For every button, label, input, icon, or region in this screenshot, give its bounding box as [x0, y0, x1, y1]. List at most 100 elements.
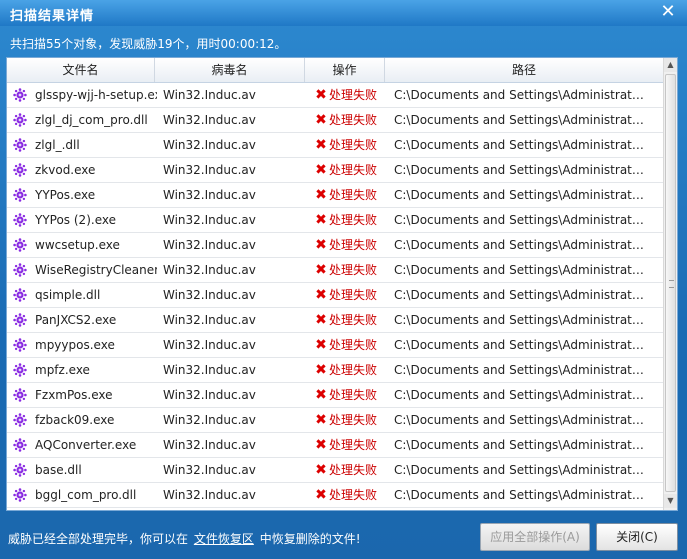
row-path: C:\Documents and Settings\Administrator\…	[394, 88, 649, 102]
row-action[interactable]: ✖ 处理失败	[315, 483, 391, 507]
table-row[interactable]: AQConverter.exe Win32.Induc.av ✖ 处理失败 C:\Doc…	[7, 433, 663, 458]
row-filename: PanJXCS2.exe	[35, 313, 117, 327]
row-path: C:\Documents and Settings\Administrator\…	[394, 438, 649, 452]
table-row[interactable]: WiseRegistryCleaner. Win32.Induc.av ✖ 处理失败 C…	[7, 258, 663, 283]
header-filename[interactable]: 文件名	[7, 58, 155, 82]
window-title: 扫描结果详情	[10, 9, 95, 24]
row-virusname: Win32.Induc.av	[163, 113, 256, 127]
fail-x-icon: ✖	[315, 287, 327, 303]
row-action[interactable]: ✖ 处理失败	[315, 158, 391, 182]
row-action-label: 处理失败	[329, 313, 378, 327]
row-virusname: Win32.Induc.av	[163, 263, 256, 277]
row-action[interactable]: ✖ 处理失败	[315, 133, 391, 157]
fail-x-icon: ✖	[315, 112, 327, 128]
row-action[interactable]: ✖ 处理失败	[315, 333, 391, 357]
footer-text-after: 中恢复删除的文件!	[259, 532, 361, 546]
table-row[interactable]: zlgl_dj_com_pro.dll Win32.Induc.av ✖ 处理失败 C:…	[7, 108, 663, 133]
row-action-label: 处理失败	[329, 413, 378, 427]
vertical-scrollbar[interactable]: ▲ ▼	[663, 58, 677, 510]
scroll-thumb[interactable]	[665, 74, 676, 492]
row-action[interactable]: ✖ 处理失败	[315, 458, 391, 482]
virus-icon	[13, 338, 27, 352]
fail-x-icon: ✖	[315, 462, 327, 478]
close-button[interactable]: 关闭(C)	[596, 523, 678, 551]
row-virusname: Win32.Induc.av	[163, 213, 256, 227]
row-action[interactable]: ✖ 处理失败	[315, 408, 391, 432]
row-path: C:\Documents and Settings\Administrator\…	[394, 338, 649, 352]
row-virusname: Win32.Induc.av	[163, 188, 256, 202]
fail-x-icon: ✖	[315, 187, 327, 203]
table-row[interactable]: YYPos (2).exe Win32.Induc.av ✖ 处理失败 C:\Docum…	[7, 208, 663, 233]
table-row[interactable]: qsimple.dll Win32.Induc.av ✖ 处理失败 C:\Documen…	[7, 283, 663, 308]
table-row[interactable]: wwcsetup.exe Win32.Induc.av ✖ 处理失败 C:\Docume…	[7, 233, 663, 258]
table-row[interactable]: fzback09.exe Win32.Induc.av ✖ 处理失败 C:\Docume…	[7, 408, 663, 433]
row-path: C:\Documents and Settings\Administrator\…	[394, 388, 649, 402]
scroll-up-arrow-icon[interactable]: ▲	[664, 58, 677, 72]
scroll-down-arrow-icon[interactable]: ▼	[664, 494, 677, 508]
row-filename: wwcsetup.exe	[35, 238, 120, 252]
header-action[interactable]: 操作	[305, 58, 385, 82]
table-row[interactable]: glsspy-wjj-h-setup.exe Win32.Induc.av ✖ 处理失…	[7, 83, 663, 108]
virus-icon	[13, 313, 27, 327]
fail-x-icon: ✖	[315, 387, 327, 403]
table-row[interactable]: zkvod.exe Win32.Induc.av ✖ 处理失败 C:\Documents…	[7, 158, 663, 183]
virus-icon	[13, 438, 27, 452]
virus-icon	[13, 213, 27, 227]
row-filename: qsimple.dll	[35, 288, 101, 302]
row-action[interactable]: ✖ 处理失败	[315, 308, 391, 332]
fail-x-icon: ✖	[315, 412, 327, 428]
row-action[interactable]: ✖ 处理失败	[315, 83, 391, 107]
table-row[interactable]: zlgl_.dll Win32.Induc.av ✖ 处理失败 C:\Documents…	[7, 133, 663, 158]
row-action-label: 处理失败	[329, 488, 378, 502]
row-filename: zkvod.exe	[35, 163, 96, 177]
row-action[interactable]: ✖ 处理失败	[315, 233, 391, 257]
fail-x-icon: ✖	[315, 137, 327, 153]
row-path: C:\Documents and Settings\Administrator\…	[394, 313, 649, 327]
virus-icon	[13, 488, 27, 502]
row-virusname: Win32.Induc.av	[163, 488, 256, 502]
row-action-label: 处理失败	[329, 213, 378, 227]
virus-icon	[13, 88, 27, 102]
table-row[interactable]: base.dll Win32.Induc.av ✖ 处理失败 C:\Documents …	[7, 458, 663, 483]
table-row[interactable]: mpfz.exe Win32.Induc.av ✖ 处理失败 C:\Documents …	[7, 358, 663, 383]
row-filename: WiseRegistryCleaner.	[35, 263, 157, 277]
table-row[interactable]: PanJXCS2.exe Win32.Induc.av ✖ 处理失败 C:\Docume…	[7, 308, 663, 333]
row-path: C:\Documents and Settings\Administrator\…	[394, 113, 649, 127]
row-path: C:\Documents and Settings\Administrator\…	[394, 463, 649, 477]
row-action-label: 处理失败	[329, 388, 378, 402]
table-row[interactable]: bggl_com_pro.dll Win32.Induc.av ✖ 处理失败 C:\Do…	[7, 483, 663, 508]
file-recovery-link[interactable]: 文件恢复区	[194, 532, 254, 546]
fail-x-icon: ✖	[315, 87, 327, 103]
fail-x-icon: ✖	[315, 162, 327, 178]
table-row[interactable]: FzxmPos.exe Win32.Induc.av ✖ 处理失败 C:\Documen…	[7, 383, 663, 408]
virus-icon	[13, 463, 27, 477]
table-row[interactable]: YYPos.exe Win32.Induc.av ✖ 处理失败 C:\Documents…	[7, 183, 663, 208]
scan-results-window: 扫描结果详情 ✕ 共扫描55个对象，发现威胁19个，用时00:00:12。 文件…	[0, 0, 687, 559]
row-virusname: Win32.Induc.av	[163, 88, 256, 102]
fail-x-icon: ✖	[315, 212, 327, 228]
row-filename: bggl_com_pro.dll	[35, 488, 137, 502]
fail-x-icon: ✖	[315, 487, 327, 503]
row-path: C:\Documents and Settings\Administrator\…	[394, 363, 649, 377]
row-action[interactable]: ✖ 处理失败	[315, 183, 391, 207]
table-row[interactable]: mpyypos.exe Win32.Induc.av ✖ 处理失败 C:\Documen…	[7, 333, 663, 358]
row-path: C:\Documents and Settings\Administrator\…	[394, 188, 649, 202]
row-virusname: Win32.Induc.av	[163, 463, 256, 477]
fail-x-icon: ✖	[315, 362, 327, 378]
row-action[interactable]: ✖ 处理失败	[315, 358, 391, 382]
row-action[interactable]: ✖ 处理失败	[315, 383, 391, 407]
virus-icon	[13, 138, 27, 152]
row-action[interactable]: ✖ 处理失败	[315, 208, 391, 232]
row-action[interactable]: ✖ 处理失败	[315, 258, 391, 282]
apply-all-button[interactable]: 应用全部操作(A)	[480, 523, 590, 551]
row-action[interactable]: ✖ 处理失败	[315, 433, 391, 457]
table-body: glsspy-wjj-h-setup.exe Win32.Induc.av ✖ 处理失…	[7, 83, 663, 508]
header-path[interactable]: 路径	[385, 58, 663, 82]
row-filename: mpfz.exe	[35, 363, 90, 377]
row-action-label: 处理失败	[329, 113, 378, 127]
row-action[interactable]: ✖ 处理失败	[315, 108, 391, 132]
header-virusname[interactable]: 病毒名	[155, 58, 305, 82]
row-action[interactable]: ✖ 处理失败	[315, 283, 391, 307]
row-action-label: 处理失败	[329, 88, 378, 102]
close-icon[interactable]: ✕	[659, 3, 677, 21]
